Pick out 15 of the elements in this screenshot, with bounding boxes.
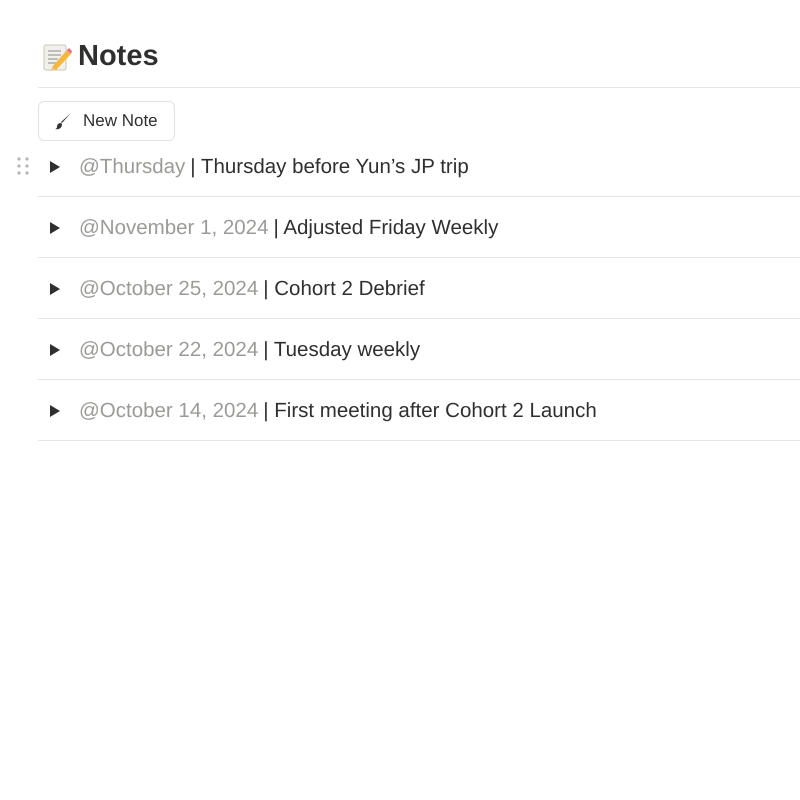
- drag-handle-icon[interactable]: [17, 157, 29, 175]
- note-title[interactable]: | Thursday before Yun’s JP trip: [190, 154, 469, 178]
- note-title[interactable]: | First meeting after Cohort 2 Launch: [263, 398, 597, 422]
- toggle-icon[interactable]: [49, 222, 61, 234]
- new-note-button[interactable]: New Note: [38, 101, 175, 141]
- toggle-icon[interactable]: [49, 404, 61, 416]
- note-title[interactable]: | Cohort 2 Debrief: [263, 276, 425, 300]
- note-title[interactable]: | Tuesday weekly: [263, 338, 420, 362]
- memo-icon: [42, 42, 72, 72]
- toggle-icon[interactable]: [49, 160, 61, 172]
- toggle-icon[interactable]: [49, 282, 61, 294]
- note-title[interactable]: | Adjusted Friday Weekly: [273, 216, 498, 240]
- toggle-icon[interactable]: [49, 344, 61, 356]
- brush-icon: [53, 111, 73, 131]
- page-title: Notes: [78, 40, 159, 73]
